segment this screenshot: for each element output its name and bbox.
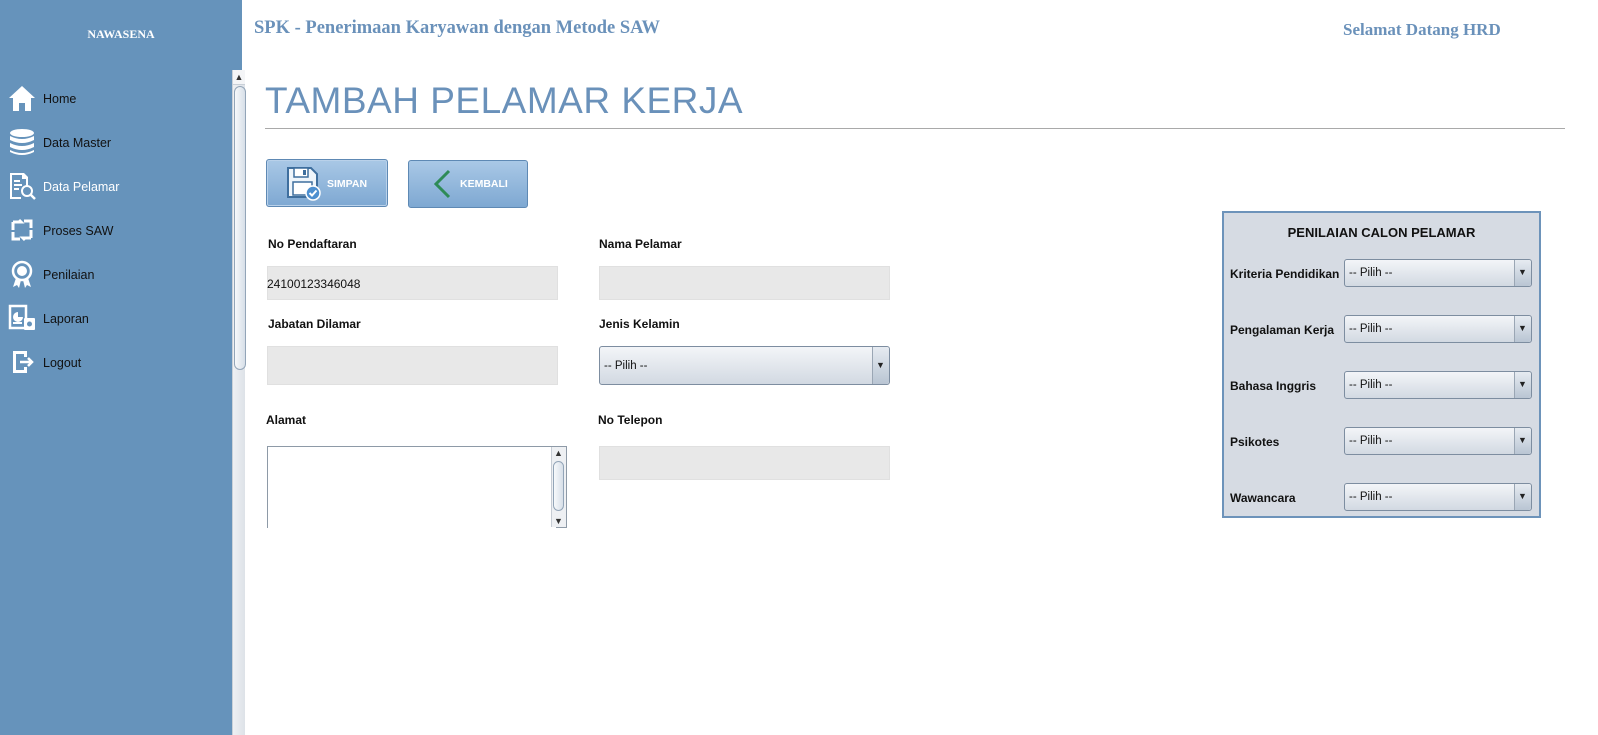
report-icon xyxy=(8,304,35,330)
chevron-down-icon: ▼ xyxy=(1518,379,1527,389)
scroll-up-icon[interactable]: ▲ xyxy=(554,448,563,458)
sidebar-item-label: Home xyxy=(43,92,77,106)
title-divider xyxy=(265,128,1565,129)
save-button-label: SIMPAN xyxy=(327,178,368,190)
pengalaman-kerja-value: -- Pilih -- xyxy=(1349,323,1393,335)
sidebar-item-label: Laporan xyxy=(43,312,89,326)
kriteria-pendidikan-select[interactable]: -- Pilih -- ▼ xyxy=(1344,259,1532,287)
psikotes-value: -- Pilih -- xyxy=(1349,435,1393,447)
chevron-down-icon: ▼ xyxy=(1518,491,1527,501)
save-button[interactable]: SIMPAN xyxy=(266,159,388,207)
kriteria-pendidikan-label: Kriteria Pendidikan xyxy=(1230,267,1340,281)
dropdown-button[interactable]: ▼ xyxy=(1514,372,1531,398)
chevron-down-icon: ▼ xyxy=(876,360,885,370)
scroll-down-icon[interactable]: ▼ xyxy=(554,516,563,526)
wawancara-value: -- Pilih -- xyxy=(1349,491,1393,503)
app-title: SPK - Penerimaan Karyawan dengan Metode … xyxy=(254,18,660,38)
psikotes-label: Psikotes xyxy=(1230,435,1280,449)
welcome-text: Selamat Datang HRD xyxy=(1343,20,1501,39)
no-pendaftaran-value: 24100123346048 xyxy=(267,277,361,291)
sidebar-item-label: Data Master xyxy=(43,136,112,150)
jenis-kelamin-value: -- Pilih -- xyxy=(604,360,648,372)
award-icon xyxy=(11,260,33,288)
sidebar-item-data-master[interactable]: Data Master xyxy=(0,123,232,163)
pengalaman-kerja-label: Pengalaman Kerja xyxy=(1230,323,1335,337)
chevron-down-icon: ▼ xyxy=(1518,267,1527,277)
scrollbar-thumb[interactable] xyxy=(234,86,246,370)
nama-pelamar-field[interactable] xyxy=(599,266,890,300)
dropdown-button[interactable]: ▼ xyxy=(1514,316,1531,342)
alamat-textarea-container: ▲ ▼ xyxy=(267,446,567,531)
sidebar-item-proses-saw[interactable]: Proses SAW xyxy=(0,211,232,251)
no-telepon-label: No Telepon xyxy=(598,413,663,427)
scroll-up-icon[interactable]: ▲ xyxy=(233,70,245,85)
back-button[interactable]: KEMBALI xyxy=(408,160,528,208)
pengalaman-kerja-select[interactable]: -- Pilih -- ▼ xyxy=(1344,315,1532,343)
sidebar-item-laporan[interactable]: Laporan xyxy=(0,299,232,339)
alamat-scrollbar[interactable]: ▲ ▼ xyxy=(551,447,566,527)
scrollbar-thumb[interactable] xyxy=(553,461,564,511)
sidebar-item-label: Logout xyxy=(43,356,82,370)
applicant-search-icon xyxy=(10,173,36,200)
assessment-panel: PENILAIAN CALON PELAMAR Kriteria Pendidi… xyxy=(1222,211,1541,518)
chevron-down-icon: ▼ xyxy=(1518,435,1527,445)
no-telepon-field[interactable] xyxy=(599,446,890,480)
sidebar-scrollbar[interactable]: ▲ xyxy=(232,70,246,735)
sidebar-item-penilaian[interactable]: Penilaian xyxy=(0,255,232,295)
wawancara-select[interactable]: -- Pilih -- ▼ xyxy=(1344,483,1532,511)
assessment-panel-title: PENILAIAN CALON PELAMAR xyxy=(1287,225,1476,240)
sidebar-item-label: Proses SAW xyxy=(43,224,114,238)
brand-name: NAWASENA xyxy=(87,27,155,41)
jenis-kelamin-label: Jenis Kelamin xyxy=(599,317,680,331)
psikotes-select[interactable]: -- Pilih -- ▼ xyxy=(1344,427,1532,455)
bahasa-inggris-label: Bahasa Inggris xyxy=(1230,379,1317,393)
bahasa-inggris-value: -- Pilih -- xyxy=(1349,379,1393,391)
dropdown-button[interactable]: ▼ xyxy=(1514,428,1531,454)
jabatan-dilamar-field[interactable] xyxy=(267,346,558,385)
chevron-left-icon xyxy=(433,169,451,199)
process-icon xyxy=(11,218,33,242)
bahasa-inggris-select[interactable]: -- Pilih -- ▼ xyxy=(1344,371,1532,399)
sidebar: Home Data Master Data Pelamar Proses SAW xyxy=(0,0,232,735)
dropdown-button[interactable]: ▼ xyxy=(1514,484,1531,510)
database-icon xyxy=(10,129,34,155)
sidebar-item-logout[interactable]: Logout xyxy=(0,343,232,383)
sidebar-item-data-pelamar[interactable]: Data Pelamar xyxy=(0,167,232,207)
page-title: TAMBAH PELAMAR KERJA xyxy=(265,80,744,121)
dropdown-button[interactable]: ▼ xyxy=(1514,260,1531,286)
alamat-textarea[interactable] xyxy=(268,447,556,531)
sidebar-item-label: Penilaian xyxy=(43,268,95,282)
sidebar-item-label: Data Pelamar xyxy=(43,180,120,194)
home-icon xyxy=(9,86,35,111)
sidebar-item-home[interactable]: Home xyxy=(0,79,232,119)
wawancara-label: Wawancara xyxy=(1230,491,1296,505)
chevron-down-icon: ▼ xyxy=(1518,323,1527,333)
dropdown-button[interactable]: ▼ xyxy=(872,347,889,384)
floppy-disk-icon xyxy=(287,167,321,201)
back-button-label: KEMBALI xyxy=(460,178,508,190)
logout-icon xyxy=(13,351,34,373)
nama-pelamar-label: Nama Pelamar xyxy=(599,237,682,251)
jabatan-dilamar-label: Jabatan Dilamar xyxy=(268,317,361,331)
no-pendaftaran-label: No Pendaftaran xyxy=(268,237,357,251)
kriteria-pendidikan-value: -- Pilih -- xyxy=(1349,267,1393,279)
alamat-label: Alamat xyxy=(266,413,307,427)
jenis-kelamin-select[interactable]: -- Pilih -- ▼ xyxy=(599,346,890,385)
